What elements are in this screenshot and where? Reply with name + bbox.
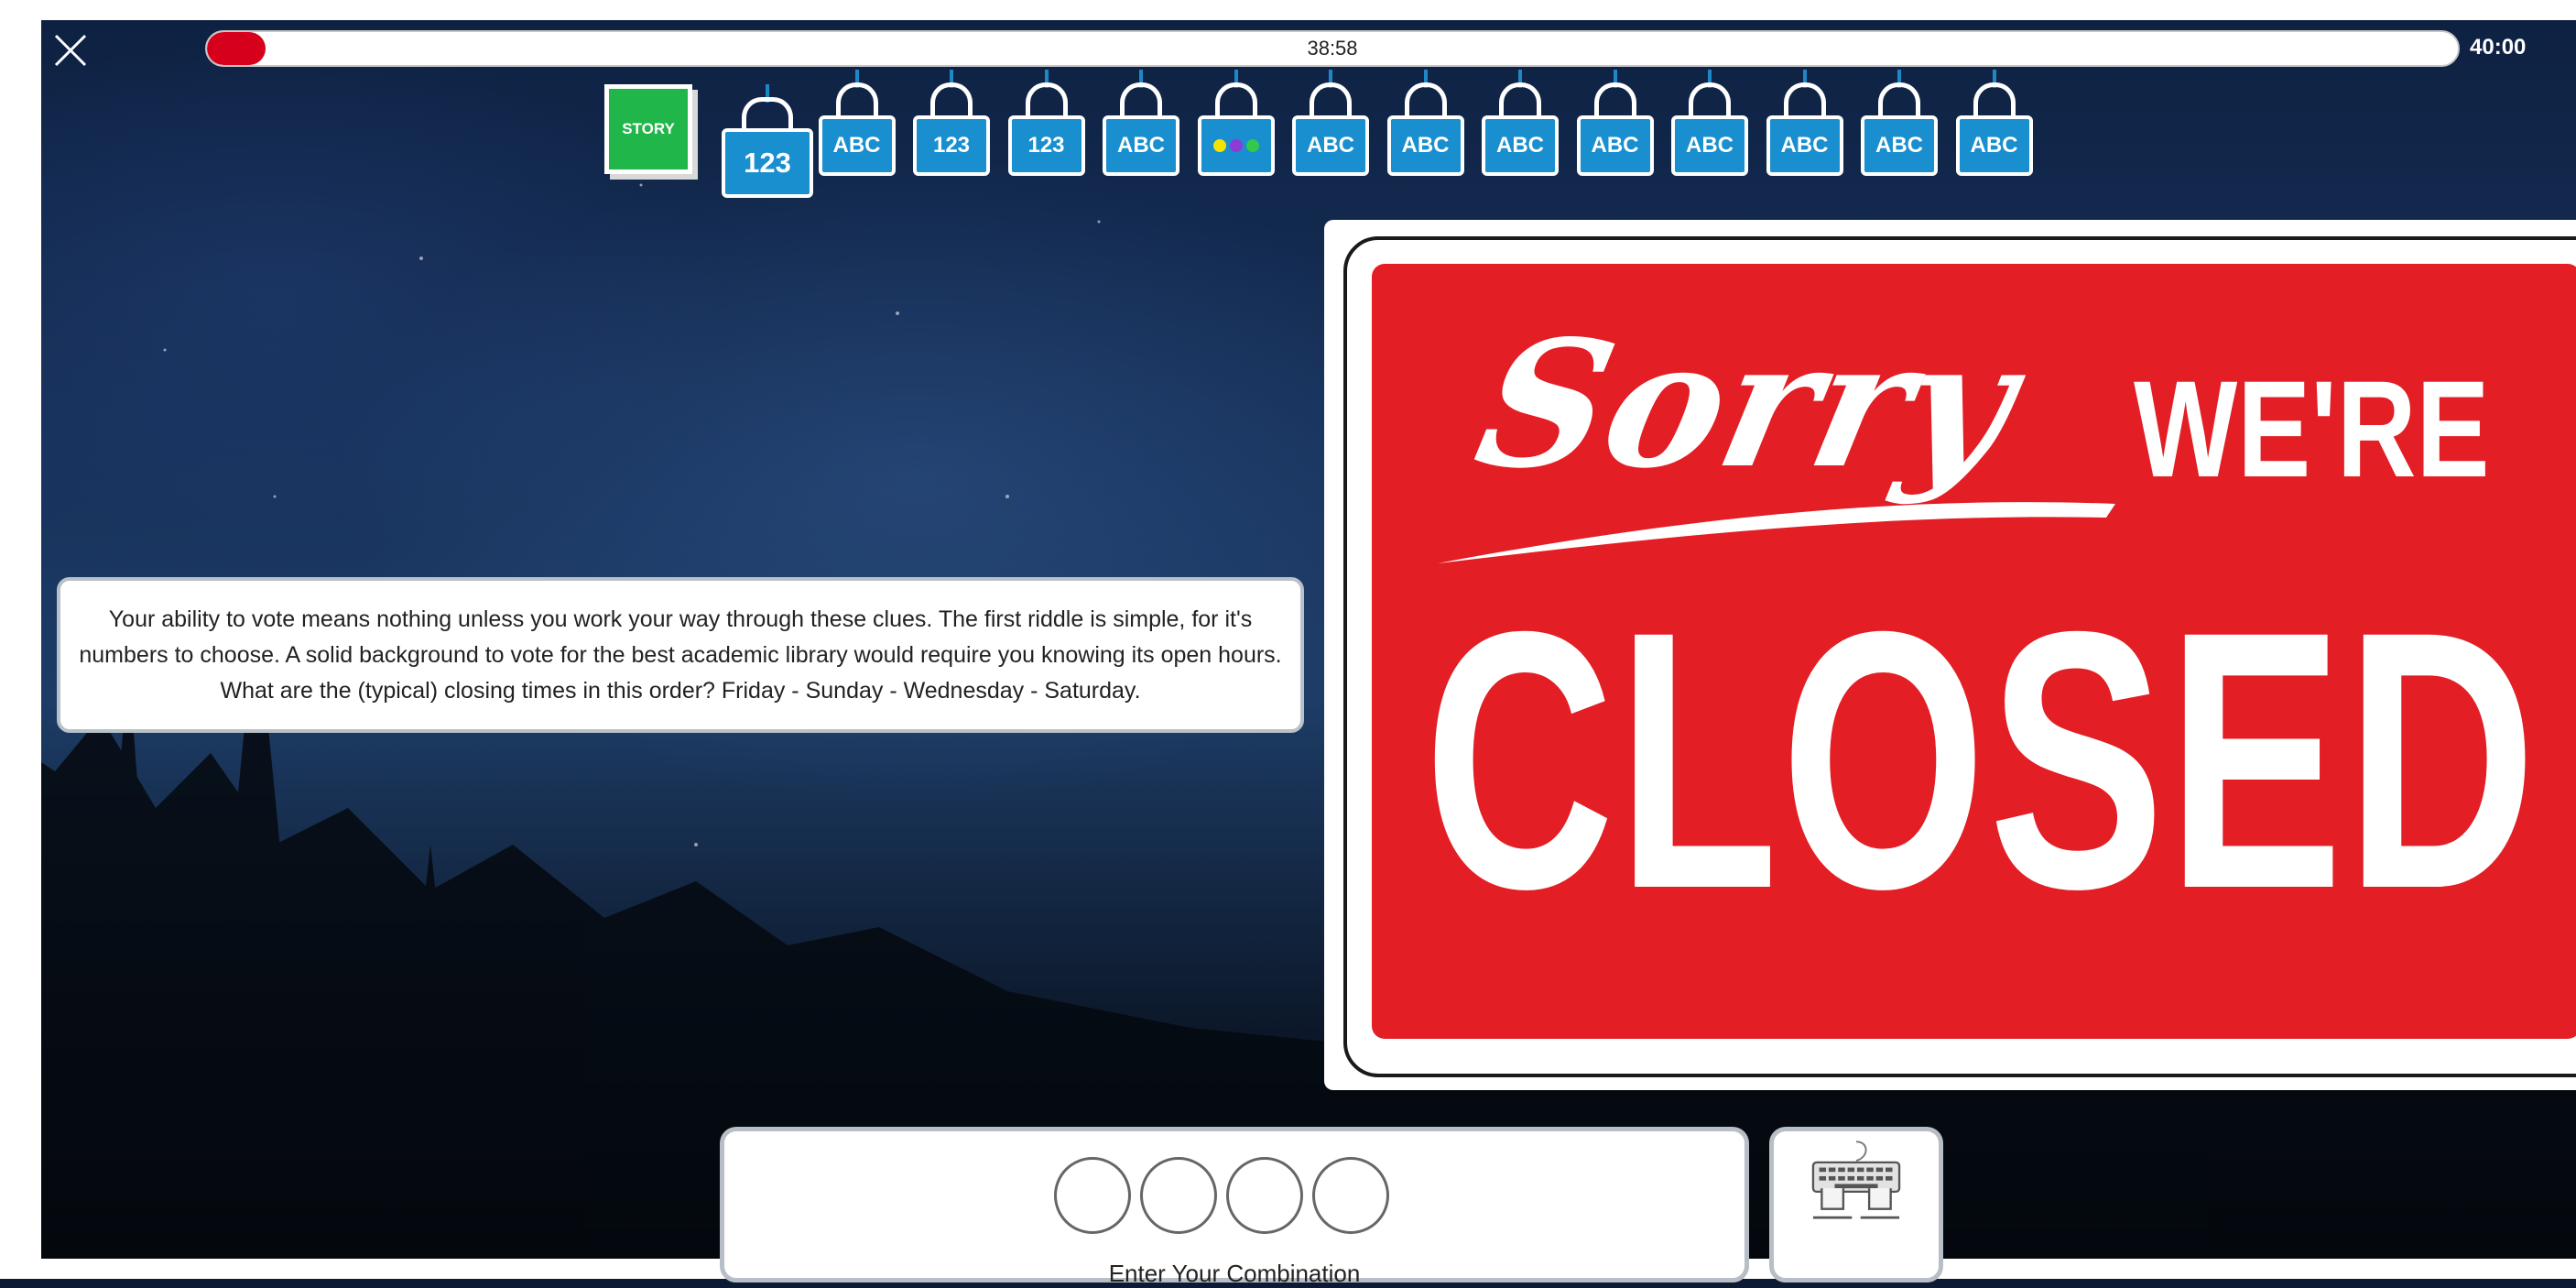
lock-label: ABC xyxy=(1307,133,1354,158)
lock-label: ABC xyxy=(1591,133,1639,158)
lock-label: 123 xyxy=(1027,133,1065,158)
lock-body: 123 xyxy=(1007,115,1085,176)
left-border xyxy=(0,0,41,1279)
lock-shackle xyxy=(1025,82,1068,119)
lock-label: ABC xyxy=(1117,133,1165,158)
combination-slot-1[interactable] xyxy=(1054,1157,1131,1234)
lock-label: ABC xyxy=(1686,133,1734,158)
lock-body: ABC xyxy=(1292,115,1369,176)
timer-elapsed: 38:58 xyxy=(1307,37,1358,60)
lock-body: ABC xyxy=(1766,115,1843,176)
combination-slot-4[interactable] xyxy=(1312,1157,1389,1234)
lock-shackle xyxy=(1593,82,1636,119)
clue-text: Your ability to vote means nothing unles… xyxy=(79,606,1282,704)
lock-shackle xyxy=(1499,82,1541,119)
lock-label: ABC xyxy=(1970,133,2018,158)
lock-shackle xyxy=(835,82,878,119)
lock-shackle xyxy=(1310,82,1352,119)
combination-slot-2[interactable] xyxy=(1140,1157,1217,1234)
lock-body: ABC xyxy=(1861,115,1938,176)
lock-5[interactable]: ABC xyxy=(1103,70,1179,176)
lock-label: 123 xyxy=(932,133,971,158)
close-icon[interactable] xyxy=(53,33,88,68)
color-dot xyxy=(1229,139,1243,152)
combination-slot-3[interactable] xyxy=(1226,1157,1303,1234)
lock-7[interactable]: ABC xyxy=(1292,70,1369,176)
color-dot xyxy=(1245,139,1259,152)
lock-6[interactable] xyxy=(1197,70,1275,176)
combination-label: Enter Your Combination xyxy=(1108,1260,1361,1287)
lock-body: ABC xyxy=(1103,115,1179,176)
lock-body: ABC xyxy=(1576,115,1654,176)
lock-shackle xyxy=(930,82,973,119)
lock-body xyxy=(1197,115,1275,176)
lock-13[interactable]: ABC xyxy=(1861,70,1938,176)
lock-label: ABC xyxy=(1875,133,1923,158)
story-button[interactable]: STORY xyxy=(604,84,692,174)
combination-panel: Enter Your Combination xyxy=(720,1127,1749,1287)
lock-shackle xyxy=(1878,82,1920,119)
keyboard-button[interactable] xyxy=(1769,1127,1943,1283)
lock-shackle xyxy=(1214,82,1257,119)
color-dot xyxy=(1212,139,1226,152)
sign-sorry-text: Sorry xyxy=(1462,302,2032,507)
lock-label: ABC xyxy=(1780,133,1829,158)
lock-body: 123 xyxy=(722,128,813,198)
lock-11[interactable]: ABC xyxy=(1671,70,1748,176)
lock-body: 123 xyxy=(913,115,990,176)
lock-body: ABC xyxy=(818,115,896,176)
clue-text-box: Your ability to vote means nothing unles… xyxy=(57,577,1304,733)
lock-shackle xyxy=(742,97,793,132)
lock-body: ABC xyxy=(1671,115,1748,176)
lock-label: ABC xyxy=(832,133,881,158)
lock-1[interactable]: 123 xyxy=(722,84,813,198)
lock-label: ABC xyxy=(1401,133,1450,158)
lock-shackle xyxy=(1689,82,1731,119)
lock-12[interactable]: ABC xyxy=(1766,70,1843,176)
lock-4[interactable]: 123 xyxy=(1007,70,1085,176)
keyboard-icon xyxy=(1811,1141,1901,1219)
lock-9[interactable]: ABC xyxy=(1482,70,1559,176)
lock-label: 123 xyxy=(744,147,791,179)
lock-shackle xyxy=(1404,82,1447,119)
top-border xyxy=(0,0,2576,20)
lock-shackle xyxy=(1120,82,1162,119)
timer-progress-bar: 38:58 xyxy=(205,30,2460,67)
lock-2[interactable]: ABC xyxy=(818,70,896,176)
lock-10[interactable]: ABC xyxy=(1576,70,1654,176)
sign-were-text: WE'RE xyxy=(2134,352,2490,506)
lock-8[interactable]: ABC xyxy=(1386,70,1464,176)
lock-body: ABC xyxy=(1386,115,1464,176)
color-dots xyxy=(1212,139,1259,152)
lock-shackle xyxy=(1783,82,1826,119)
lock-shackle xyxy=(1973,82,2016,119)
lock-label: ABC xyxy=(1496,133,1544,158)
lock-3[interactable]: 123 xyxy=(913,70,990,176)
lock-body: ABC xyxy=(1955,115,2033,176)
combination-slots xyxy=(1054,1157,1389,1234)
lock-14[interactable]: ABC xyxy=(1955,70,2033,176)
timer-total: 40:00 xyxy=(2470,35,2527,60)
lock-body: ABC xyxy=(1482,115,1559,176)
sign-closed-text: CLOSED xyxy=(1424,555,2539,965)
